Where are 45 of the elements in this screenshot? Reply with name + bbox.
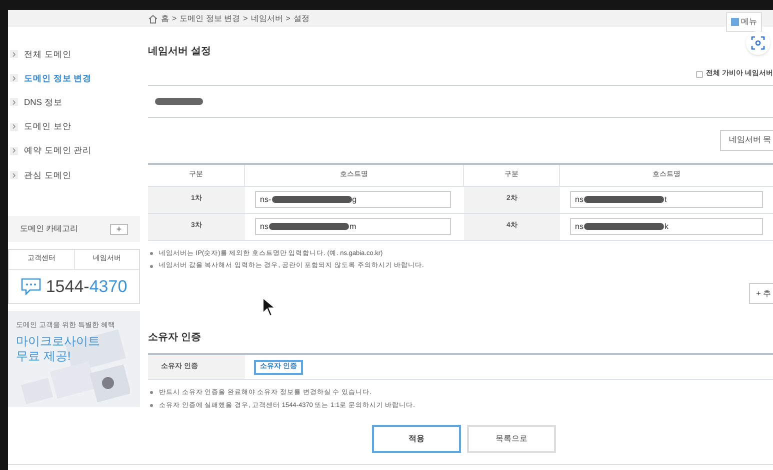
bullet-icon [150,391,153,394]
nameserver-list-button[interactable]: 네임서버 목 [720,130,773,150]
action-button[interactable]: 목록으로 [467,424,556,452]
bullet-icon [150,252,153,255]
menu-button[interactable]: 메뉴 [726,12,762,32]
chevron-icon [10,50,18,58]
sidebar-item[interactable]: 관심 도메인 [8,162,140,188]
sidebar-item[interactable]: 예약 도메인 관리 [8,138,140,163]
sidebar-item[interactable]: 도메인 보안 [8,114,140,139]
chevron-icon [10,74,18,82]
promo-title: 마이크로사이트 무료 제공! [16,334,101,364]
chevron-icon [10,171,18,180]
sidebar-item[interactable]: 도메인 정보 변경 [8,66,140,90]
hostname-field[interactable]: ns m [255,218,451,235]
lens-button[interactable] [746,31,770,55]
chevron-icon [10,122,18,131]
breadcrumb-item[interactable]: 네임서버 [250,12,283,24]
sidebar-item[interactable]: DNS 정보 [8,90,140,115]
action-button[interactable]: 적용 [372,424,461,452]
breadcrumb-item[interactable]: 설정 [293,12,310,24]
phone-number: 1544-4370 [46,276,128,298]
sidebar-item[interactable]: 전체 도메인 [8,42,140,66]
home-icon[interactable] [148,14,158,24]
hostname-field[interactable]: ns- g [255,191,451,208]
checkbox[interactable] [696,70,704,78]
bullet-icon [150,404,153,408]
section-title: 소유자 인증 [148,331,202,345]
category-label: 도메인 카테고리 [20,223,78,236]
cursor-icon [262,297,276,317]
breadcrumb-separator: > [286,12,290,24]
camera-search-icon [751,36,765,50]
hostname-field[interactable]: ns k [570,218,763,235]
chat-icon [20,278,41,296]
section-title: 네임서버 설정 [148,45,212,59]
add-button[interactable]: + 추 [749,283,773,304]
breadcrumb-separator: > [243,12,248,24]
chevron-icon [10,146,18,155]
menu-icon [731,18,739,26]
breadcrumb-item[interactable]: 도메인 정보 변경 [180,12,240,24]
chevron-icon [10,98,18,106]
breadcrumb-item[interactable]: 홈 [161,12,169,24]
breadcrumb-separator: > [172,12,177,24]
add-category-button[interactable]: + [110,224,128,235]
bullet-icon [150,264,153,268]
hostname-field[interactable]: ns t [570,191,763,208]
